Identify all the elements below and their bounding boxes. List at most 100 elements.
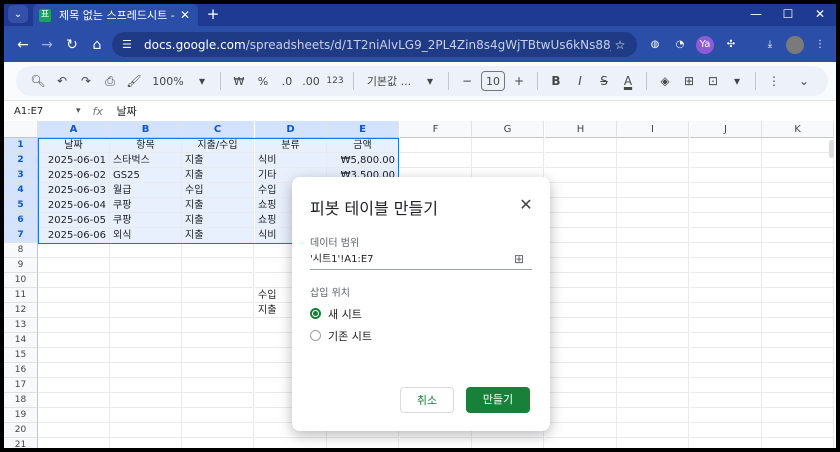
cell-c9[interactable] xyxy=(182,258,254,273)
cell-c16[interactable] xyxy=(182,363,254,378)
maximize-icon[interactable]: ☐ xyxy=(774,4,802,24)
cell-c17[interactable] xyxy=(182,378,254,393)
row-header-20[interactable]: 20 xyxy=(4,423,38,438)
more-options-icon[interactable]: ⋮ xyxy=(764,70,784,92)
cell-h21[interactable] xyxy=(545,438,617,448)
formula-input[interactable]: 날짜 xyxy=(117,103,137,119)
select-all-corner[interactable] xyxy=(4,121,38,138)
cell-i13[interactable] xyxy=(617,318,689,333)
cell-j4[interactable] xyxy=(690,183,762,198)
minimize-icon[interactable]: — xyxy=(742,4,770,24)
cell-c13[interactable] xyxy=(182,318,254,333)
cell-i2[interactable] xyxy=(617,153,689,168)
cell-j2[interactable] xyxy=(690,153,762,168)
decrease-decimal-button[interactable]: .0 xyxy=(277,70,297,92)
cell-c18[interactable] xyxy=(182,393,254,408)
print-icon[interactable]: ⎙ xyxy=(100,70,120,92)
cell-b12[interactable] xyxy=(110,303,182,318)
column-header-j[interactable]: J xyxy=(690,121,762,138)
cell-i12[interactable] xyxy=(617,303,689,318)
cell-k21[interactable] xyxy=(762,438,834,448)
row-header-8[interactable]: 8 xyxy=(4,243,38,258)
cell-i1[interactable] xyxy=(617,138,689,153)
cell-c10[interactable] xyxy=(182,273,254,288)
cell-b14[interactable] xyxy=(110,333,182,348)
cell-i5[interactable] xyxy=(617,198,689,213)
cell-a21[interactable] xyxy=(38,438,110,448)
cell-j16[interactable] xyxy=(690,363,762,378)
undo-icon[interactable]: ↶ xyxy=(52,70,72,92)
cell-k17[interactable] xyxy=(762,378,834,393)
cell-h18[interactable] xyxy=(545,393,617,408)
zoom-select[interactable]: 100% xyxy=(148,70,188,92)
new-tab-icon[interactable]: + xyxy=(203,5,223,23)
cell-f21[interactable] xyxy=(400,438,472,448)
italic-button[interactable]: I xyxy=(570,70,590,92)
cell-d1[interactable]: 분류 xyxy=(255,138,327,153)
cell-b16[interactable] xyxy=(110,363,182,378)
cell-b4[interactable]: 월급 xyxy=(110,183,182,198)
cell-h13[interactable] xyxy=(545,318,617,333)
cell-j13[interactable] xyxy=(690,318,762,333)
cell-f2[interactable] xyxy=(400,153,472,168)
cell-a2[interactable]: 2025-06-01 xyxy=(38,153,110,168)
cell-b19[interactable] xyxy=(110,408,182,423)
cell-k1[interactable] xyxy=(762,138,834,153)
cell-e2[interactable]: ₩5,800.00 xyxy=(327,153,399,168)
cell-i18[interactable] xyxy=(617,393,689,408)
chevron-down-icon[interactable]: ▾ xyxy=(192,70,212,92)
cell-a6[interactable]: 2025-06-05 xyxy=(38,213,110,228)
row-header-18[interactable]: 18 xyxy=(4,393,38,408)
cell-j3[interactable] xyxy=(690,168,762,183)
cell-i4[interactable] xyxy=(617,183,689,198)
redo-icon[interactable]: ↷ xyxy=(76,70,96,92)
fill-color-icon[interactable]: ◈ xyxy=(655,70,675,92)
more-formats-button[interactable]: 123 xyxy=(325,70,345,92)
forward-icon[interactable]: → xyxy=(38,36,56,54)
cell-d21[interactable] xyxy=(255,438,327,448)
cell-a7[interactable]: 2025-06-06 xyxy=(38,228,110,243)
cell-c2[interactable]: 지출 xyxy=(182,153,254,168)
cell-b7[interactable]: 외식 xyxy=(110,228,182,243)
existing-sheet-radio[interactable] xyxy=(310,330,321,341)
column-header-i[interactable]: I xyxy=(617,121,689,138)
cell-i11[interactable] xyxy=(617,288,689,303)
cell-k19[interactable] xyxy=(762,408,834,423)
cell-b6[interactable]: 쿠팡 xyxy=(110,213,182,228)
row-header-5[interactable]: 5 xyxy=(4,198,38,213)
new-sheet-label[interactable]: 새 시트 xyxy=(328,306,362,322)
tab-close-icon[interactable]: ✕ xyxy=(178,8,192,22)
browser-tab[interactable]: 표 제목 없는 스프레드시트 - Goo ✕ xyxy=(33,4,198,26)
cell-a4[interactable]: 2025-06-03 xyxy=(38,183,110,198)
profile-extension-icon[interactable]: Ya xyxy=(696,36,714,54)
select-range-grid-icon[interactable]: ⊞ xyxy=(514,252,528,266)
cell-h10[interactable] xyxy=(545,273,617,288)
cell-b3[interactable]: GS25 xyxy=(110,168,182,183)
row-header-3[interactable]: 3 xyxy=(4,168,38,183)
row-header-10[interactable]: 10 xyxy=(4,273,38,288)
globe-extension-icon[interactable]: ◍ xyxy=(646,36,664,54)
tab-search-chevron-icon[interactable]: ⌄ xyxy=(8,5,28,23)
font-size-input[interactable]: 10 xyxy=(481,71,505,91)
cell-b21[interactable] xyxy=(110,438,182,448)
row-header-2[interactable]: 2 xyxy=(4,153,38,168)
cell-i20[interactable] xyxy=(617,423,689,438)
increase-decimal-button[interactable]: .00 xyxy=(301,70,321,92)
cell-j9[interactable] xyxy=(690,258,762,273)
window-close-icon[interactable]: ✕ xyxy=(806,4,834,24)
increase-font-size-icon[interactable]: + xyxy=(509,70,529,92)
cell-i19[interactable] xyxy=(617,408,689,423)
column-header-d[interactable]: D xyxy=(255,121,327,138)
cell-c7[interactable]: 지출 xyxy=(182,228,254,243)
currency-format-button[interactable]: ₩ xyxy=(229,70,249,92)
cell-b1[interactable]: 항목 xyxy=(110,138,182,153)
cell-h12[interactable] xyxy=(545,303,617,318)
existing-sheet-label[interactable]: 기존 시트 xyxy=(328,328,372,344)
column-header-h[interactable]: H xyxy=(545,121,617,138)
cell-j21[interactable] xyxy=(690,438,762,448)
cell-h6[interactable] xyxy=(545,213,617,228)
cell-j15[interactable] xyxy=(690,348,762,363)
cell-a15[interactable] xyxy=(38,348,110,363)
cell-g1[interactable] xyxy=(472,138,544,153)
cell-b15[interactable] xyxy=(110,348,182,363)
